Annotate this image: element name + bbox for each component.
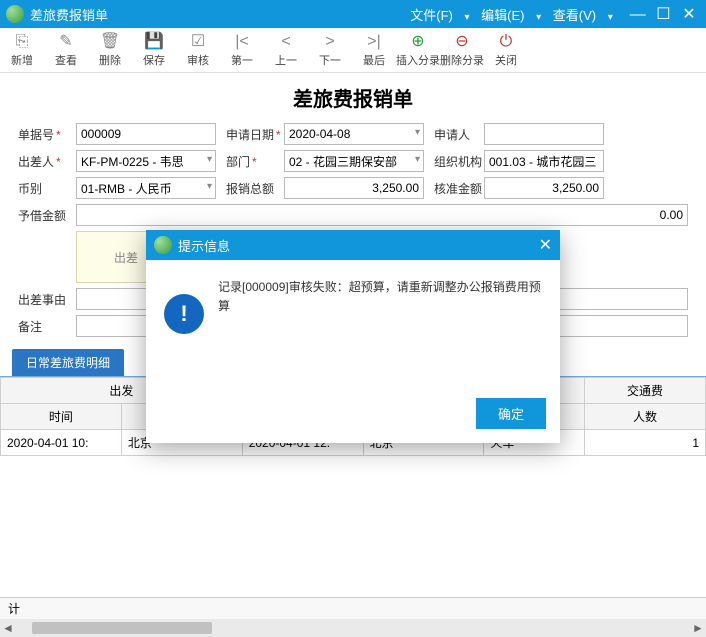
- label-applydate: 申请日期: [226, 126, 284, 143]
- reason-header-text: 出差: [114, 249, 138, 266]
- save-button[interactable]: 💾保存: [132, 32, 176, 68]
- col-group-transport: 交通费: [585, 378, 706, 404]
- col-people[interactable]: 人数: [585, 404, 706, 430]
- close-button[interactable]: ⏻关闭: [484, 32, 528, 68]
- check-icon: ☑: [191, 32, 205, 52]
- last-icon: >|: [367, 32, 381, 52]
- dialog-title: 提示信息: [178, 236, 539, 255]
- power-icon: ⏻: [500, 32, 513, 52]
- docno-input[interactable]: [76, 123, 216, 145]
- close-window-button[interactable]: ✕: [678, 4, 700, 24]
- currency-input[interactable]: [76, 177, 216, 199]
- dialog-ok-button[interactable]: 确定: [476, 398, 546, 429]
- alert-dialog: 提示信息 ✕ ! 记录[000009]审核失败：超预算，请重新调整办公报销费用预…: [146, 230, 560, 443]
- label-docno: 单据号: [18, 126, 76, 143]
- org-input[interactable]: [484, 150, 604, 172]
- toolbar: ⎘新增 ✎查看 🗑删除 💾保存 ☑审核 |<第一 <上一 >下一 >|最后 ⊕插…: [0, 28, 706, 73]
- scroll-left-icon[interactable]: ◄: [0, 621, 16, 635]
- dialog-message: 记录[000009]审核失败：超预算，请重新调整办公报销费用预算: [218, 278, 542, 372]
- insert-entry-button[interactable]: ⊕插入分录: [396, 32, 440, 68]
- maximize-button[interactable]: ☐: [652, 4, 674, 24]
- title-bar: 差旅费报销单 文件(F) ▾ 编辑(E) ▾ 查看(V) ▾ — ☐ ✕: [0, 0, 706, 28]
- minus-circle-icon: ⊖: [455, 32, 468, 52]
- pencil-icon: ✎: [59, 32, 72, 52]
- minimize-button[interactable]: —: [627, 6, 649, 24]
- chevron-down-icon: ▾: [464, 12, 469, 23]
- label-remark: 备注: [18, 318, 76, 335]
- app-icon: [6, 5, 24, 23]
- label-currency: 币别: [18, 180, 76, 197]
- info-icon: !: [164, 294, 204, 334]
- sum-label: 计: [8, 600, 20, 617]
- first-icon: |<: [235, 32, 249, 52]
- loan-input[interactable]: [76, 204, 688, 226]
- label-total: 报销总额: [226, 180, 284, 197]
- new-button[interactable]: ⎘新增: [0, 32, 44, 68]
- app-icon: [154, 236, 172, 254]
- label-traveler: 出差人: [18, 153, 76, 170]
- horizontal-scrollbar[interactable]: ◄ ►: [0, 619, 706, 637]
- scroll-thumb[interactable]: [32, 622, 212, 634]
- tab-daily-expense[interactable]: 日常差旅费明细: [12, 349, 124, 376]
- dept-input[interactable]: [284, 150, 424, 172]
- menu-view[interactable]: 查看(V): [553, 8, 596, 23]
- label-reason: 出差事由: [18, 291, 76, 308]
- view-button[interactable]: ✎查看: [44, 32, 88, 68]
- scroll-right-icon[interactable]: ►: [690, 621, 706, 635]
- plus-circle-icon: ⊕: [411, 32, 424, 52]
- last-button[interactable]: >|最后: [352, 32, 396, 68]
- label-applicant: 申请人: [434, 126, 484, 143]
- total-input: [284, 177, 424, 199]
- page-title: 差旅费报销单: [0, 73, 706, 118]
- save-icon: 💾: [144, 32, 164, 52]
- applydate-input[interactable]: [284, 123, 424, 145]
- label-approved: 核准金额: [434, 180, 484, 197]
- applicant-input[interactable]: [484, 123, 604, 145]
- traveler-input[interactable]: [76, 150, 216, 172]
- delete-entry-button[interactable]: ⊖删除分录: [440, 32, 484, 68]
- label-loan: 予借金额: [18, 207, 76, 224]
- scroll-track[interactable]: [32, 621, 674, 635]
- plus-file-icon: ⎘: [16, 32, 29, 52]
- cell-people[interactable]: 1: [585, 430, 706, 456]
- dialog-close-button[interactable]: ✕: [539, 235, 552, 255]
- window-title: 差旅费报销单: [30, 5, 108, 24]
- menu-edit[interactable]: 编辑(E): [481, 8, 524, 23]
- prev-icon: <: [281, 32, 290, 52]
- cell-depart-time[interactable]: 2020-04-01 10:: [1, 430, 122, 456]
- next-button[interactable]: >下一: [308, 32, 352, 68]
- menu-file[interactable]: 文件(F): [410, 8, 453, 23]
- label-dept: 部门: [226, 153, 284, 170]
- dialog-titlebar: 提示信息 ✕: [146, 230, 560, 260]
- first-button[interactable]: |<第一: [220, 32, 264, 68]
- chevron-down-icon: ▾: [536, 12, 541, 23]
- chevron-down-icon: ▾: [608, 12, 613, 23]
- prev-button[interactable]: <上一: [264, 32, 308, 68]
- label-org: 组织机构: [434, 153, 484, 170]
- audit-button[interactable]: ☑审核: [176, 32, 220, 68]
- footer-sum-row: 计: [0, 597, 706, 619]
- trash-icon: 🗑: [100, 32, 120, 52]
- col-depart-time[interactable]: 时间: [1, 404, 122, 430]
- approved-input[interactable]: [484, 177, 604, 199]
- next-icon: >: [325, 32, 334, 52]
- delete-button[interactable]: 🗑删除: [88, 32, 132, 68]
